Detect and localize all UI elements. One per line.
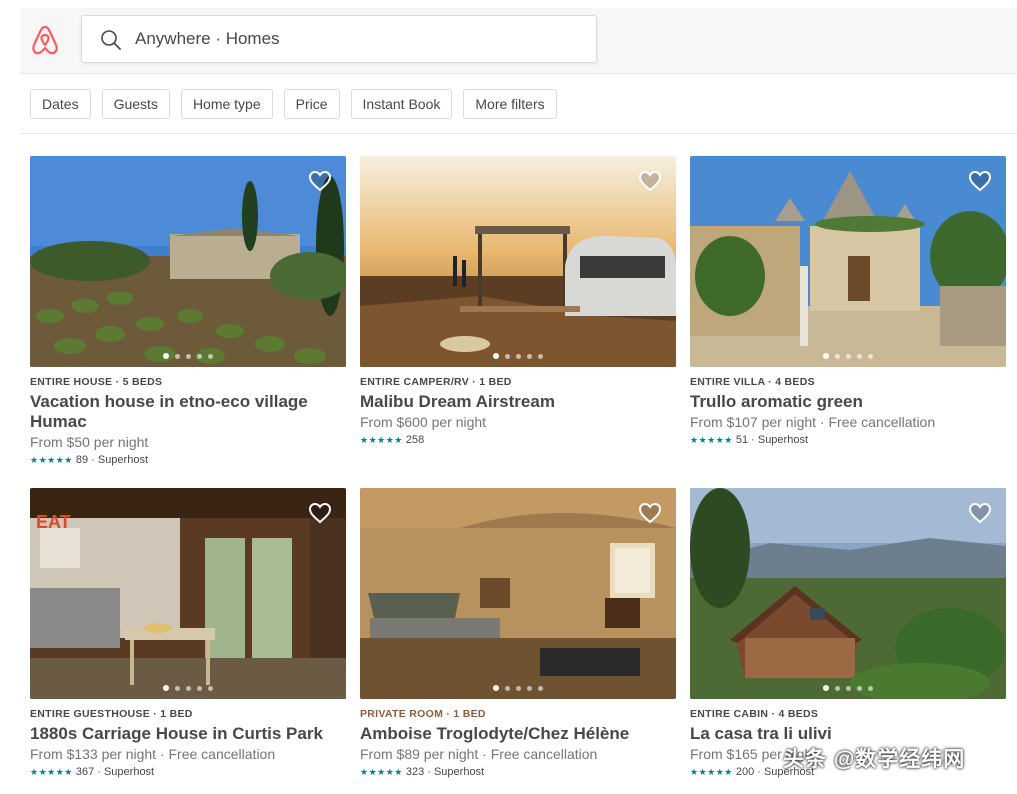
svg-text:EAT: EAT: [36, 512, 71, 532]
watermark: 头条 @数学经纬网: [783, 748, 966, 771]
star-rating-icon: ★★★★★: [690, 434, 733, 445]
divider: [20, 133, 1017, 134]
listing-card[interactable]: EAT ENTIRE GUESTHOUSE · 1 BED 1880s Carr…: [30, 488, 346, 778]
review-count: 89 · Superhost: [75, 454, 148, 466]
listing-card[interactable]: ENTIRE HOUSE · 5 BEDS Vacation house in …: [30, 156, 346, 466]
listing-price: From $133 per night · Free cancellation: [30, 746, 276, 762]
listing-card[interactable]: ENTIRE CAMPER/RV · 1 BED Malibu Dream Ai…: [360, 156, 676, 446]
listing-photo[interactable]: [360, 156, 676, 367]
star-rating-icon: ★★★★★: [360, 434, 403, 445]
filter-price-button[interactable]: Price: [283, 89, 340, 119]
listing-price: From $107 per night · Free cancellation: [690, 414, 936, 430]
listing-photo[interactable]: [690, 156, 1006, 367]
photo-carousel-dots: [360, 685, 676, 691]
heart-icon[interactable]: [638, 502, 662, 524]
listing-rating: ★★★★★ 367 · Superhost: [30, 766, 346, 778]
photo-carousel-dots: [360, 353, 676, 359]
filter-home-type-button[interactable]: Home type: [180, 89, 273, 119]
listing-title[interactable]: Trullo aromatic green: [690, 392, 1006, 412]
heart-icon[interactable]: [968, 170, 992, 192]
listing-photo-image: EAT: [30, 488, 346, 699]
listing-title[interactable]: Vacation house in etno-eco village Humac: [30, 392, 346, 432]
listing-rating: ★★★★★ 258: [360, 434, 676, 446]
filter-bar: Dates Guests Home type Price Instant Boo…: [30, 89, 557, 119]
star-rating-icon: ★★★★★: [690, 766, 733, 777]
listing-photo-image: [690, 156, 1006, 367]
filter-more-filters-button[interactable]: More filters: [463, 89, 557, 119]
star-rating-icon: ★★★★★: [360, 766, 403, 777]
listing-photo[interactable]: [360, 488, 676, 699]
listing-photo[interactable]: [30, 156, 346, 367]
listing-type: ENTIRE CABIN · 4 BEDS: [690, 708, 819, 720]
photo-carousel-dots: [690, 353, 1006, 359]
heart-icon[interactable]: [308, 170, 332, 192]
review-count: 51 · Superhost: [735, 434, 808, 446]
listing-rating: ★★★★★ 323 · Superhost: [360, 766, 676, 778]
filter-instant-book-button[interactable]: Instant Book: [350, 89, 453, 119]
listing-photo[interactable]: [690, 488, 1006, 699]
search-icon: [101, 30, 121, 50]
listing-photo-image: [360, 488, 676, 699]
listing-card[interactable]: PRIVATE ROOM · 1 BED Amboise Troglodyte/…: [360, 488, 676, 778]
listing-price: From $89 per night · Free cancellation: [360, 746, 598, 762]
listing-type: ENTIRE HOUSE · 5 BEDS: [30, 376, 163, 388]
listing-photo-image: [360, 156, 676, 367]
listing-type: ENTIRE CAMPER/RV · 1 BED: [360, 376, 512, 388]
listing-title[interactable]: La casa tra li ulivi: [690, 724, 1006, 744]
review-count: 367 · Superhost: [75, 766, 155, 778]
listing-type: PRIVATE ROOM · 1 BED: [360, 708, 486, 720]
listing-title[interactable]: Amboise Troglodyte/Chez Hélène: [360, 724, 676, 744]
review-count: 258: [405, 434, 425, 446]
heart-icon[interactable]: [968, 502, 992, 524]
listing-type: ENTIRE GUESTHOUSE · 1 BED: [30, 708, 193, 720]
photo-carousel-dots: [30, 353, 346, 359]
search-input[interactable]: Anywhere · Homes: [135, 29, 280, 49]
search-bar[interactable]: Anywhere · Homes: [81, 15, 597, 63]
listing-price: From $50 per night: [30, 434, 149, 450]
listing-photo[interactable]: EAT: [30, 488, 346, 699]
listing-card[interactable]: ENTIRE VILLA · 4 BEDS Trullo aromatic gr…: [690, 156, 1006, 446]
listing-rating: ★★★★★ 51 · Superhost: [690, 434, 1006, 446]
photo-carousel-dots: [690, 685, 1006, 691]
listing-photo-image: [690, 488, 1006, 699]
filter-guests-button[interactable]: Guests: [101, 89, 170, 119]
listing-photo-image: [30, 156, 346, 367]
star-rating-icon: ★★★★★: [30, 766, 73, 777]
listing-type: ENTIRE VILLA · 4 BEDS: [690, 376, 815, 388]
star-rating-icon: ★★★★★: [30, 454, 73, 465]
filter-dates-button[interactable]: Dates: [30, 89, 91, 119]
top-bar: Anywhere · Homes: [20, 8, 1017, 74]
review-count: 323 · Superhost: [405, 766, 485, 778]
airbnb-logo-icon[interactable]: [30, 24, 60, 56]
heart-icon[interactable]: [308, 502, 332, 524]
listing-title[interactable]: Malibu Dream Airstream: [360, 392, 676, 412]
heart-icon[interactable]: [638, 170, 662, 192]
listing-title[interactable]: 1880s Carriage House in Curtis Park: [30, 724, 346, 744]
photo-carousel-dots: [30, 685, 346, 691]
listing-rating: ★★★★★ 89 · Superhost: [30, 454, 346, 466]
listing-card[interactable]: ENTIRE CABIN · 4 BEDS La casa tra li uli…: [690, 488, 1006, 778]
listing-price: From $600 per night: [360, 414, 487, 430]
